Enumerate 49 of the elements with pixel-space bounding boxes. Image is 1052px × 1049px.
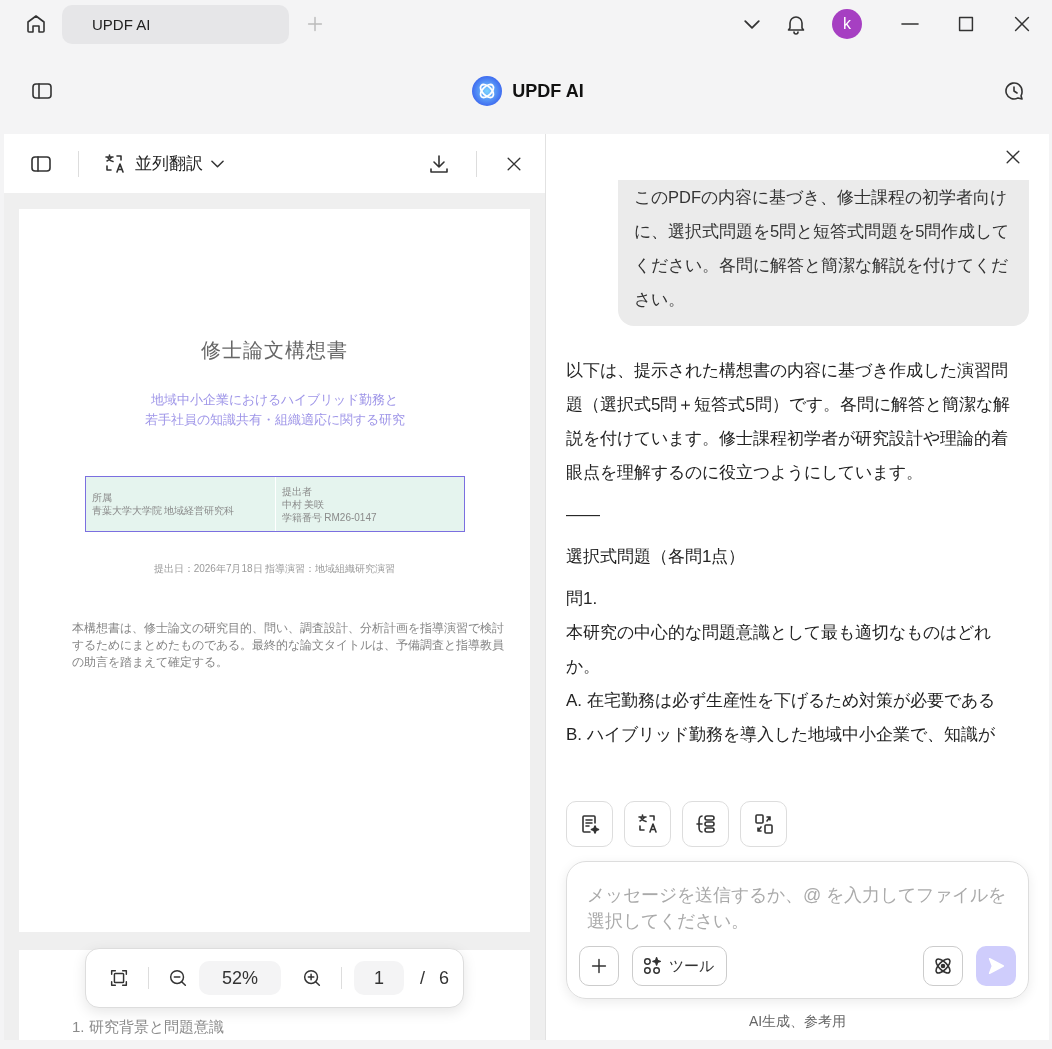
chevron-down-icon <box>211 159 224 168</box>
response-line: A. 在宅勤務は必ず生産性を下げるため対策が必要である <box>566 690 996 712</box>
info-text: 学籍番号 RM26-0147 <box>281 510 378 524</box>
logo-icon <box>472 76 503 106</box>
info-text: 中村 美咲 <box>281 497 326 511</box>
mind-map-icon <box>693 812 718 836</box>
submission-date: 提出日：2026年7月18日 指導演習：地域組織研究演習 <box>153 562 396 576</box>
tools-button[interactable]: ツール <box>632 946 727 986</box>
info-text: 提出者 <box>281 484 313 498</box>
translate-icon <box>103 151 127 176</box>
home-icon <box>24 12 48 36</box>
attach-button[interactable] <box>579 946 619 986</box>
history-icon <box>1002 79 1026 103</box>
section-heading: 1. 研究背景と問題意識 <box>72 1018 224 1035</box>
translate-icon <box>635 812 660 836</box>
response-paragraph: —— <box>566 504 601 526</box>
app-title: UPDF AI <box>512 80 584 102</box>
model-button[interactable] <box>923 946 963 986</box>
chevron-down-icon <box>744 19 760 29</box>
minimize-icon <box>900 23 920 25</box>
response-paragraph: 選択式問題（各問1点） <box>566 546 747 568</box>
response-line: 本研究の中心的な問題意識として最も適切なものはどれか。 <box>566 622 992 678</box>
response-paragraph: 以下は、提示された構想書の内容に基づき作成した演習問題（選択式5問＋短答式5問）です。各問に解答と簡潔な解説を付けています。修士課程初学者が研究設計や理論的着眼点を理解するのに役立つようにしています。 <box>566 360 1011 484</box>
page-number-field[interactable]: 1 <box>354 961 404 995</box>
page-separator: / <box>420 967 425 989</box>
document-note: 本構想書は、修士論文の研究目的、問い、調査設計、分析計画を指導演習で検討するためにまとめたものである。最終的な論文タイトルは、予備調査と指導教員の助言を踏まえて確定する。 <box>71 620 505 671</box>
zoom-out-icon <box>167 967 189 989</box>
convert-button[interactable] <box>740 801 787 847</box>
translate-button[interactable] <box>624 801 671 847</box>
response-line: B. ハイブリッド勤務を導入した地域中小企業で、知識が <box>566 724 996 746</box>
summarize-button[interactable] <box>566 801 613 847</box>
info-text: 所属 <box>91 491 113 504</box>
fit-page-icon <box>108 967 130 989</box>
response-line: 問1. <box>566 588 599 610</box>
document-title: 修士論文構想書 <box>201 338 348 363</box>
disclaimer-text: AI生成、参考用 <box>747 1013 848 1031</box>
message-composer[interactable]: メッセージを送信するか、@ を入力してファイルを選択してください。 ツール <box>566 861 1029 999</box>
document-subtitle: 地域中小企業におけるハイブリッド勤務と 若手社員の知識共有・組織適応に関する研究 <box>144 391 405 429</box>
zoom-level-field[interactable]: 52% <box>199 961 281 995</box>
page-total: 6 <box>439 967 450 989</box>
message-input[interactable]: メッセージを送信するか、@ を入力してファイルを選択してください。 <box>579 882 1016 946</box>
user-message: このPDFの内容に基づき、修士課程の初学者向けに、選択式問題を5問と短答式問題を5問作成してください。各問に解答と簡潔な解説を付けてください。 <box>618 180 1029 326</box>
user-avatar[interactable]: k <box>832 9 862 39</box>
info-text: 青葉大学大学院 地域経営研究科 <box>91 504 236 517</box>
translation-mode-dropdown[interactable]: 並列翻訳 <box>99 151 228 176</box>
document-tab[interactable]: UPDF AI <box>62 4 289 44</box>
zoom-in-icon <box>301 967 323 989</box>
mind-map-button[interactable] <box>682 801 729 847</box>
tools-icon <box>641 955 663 977</box>
